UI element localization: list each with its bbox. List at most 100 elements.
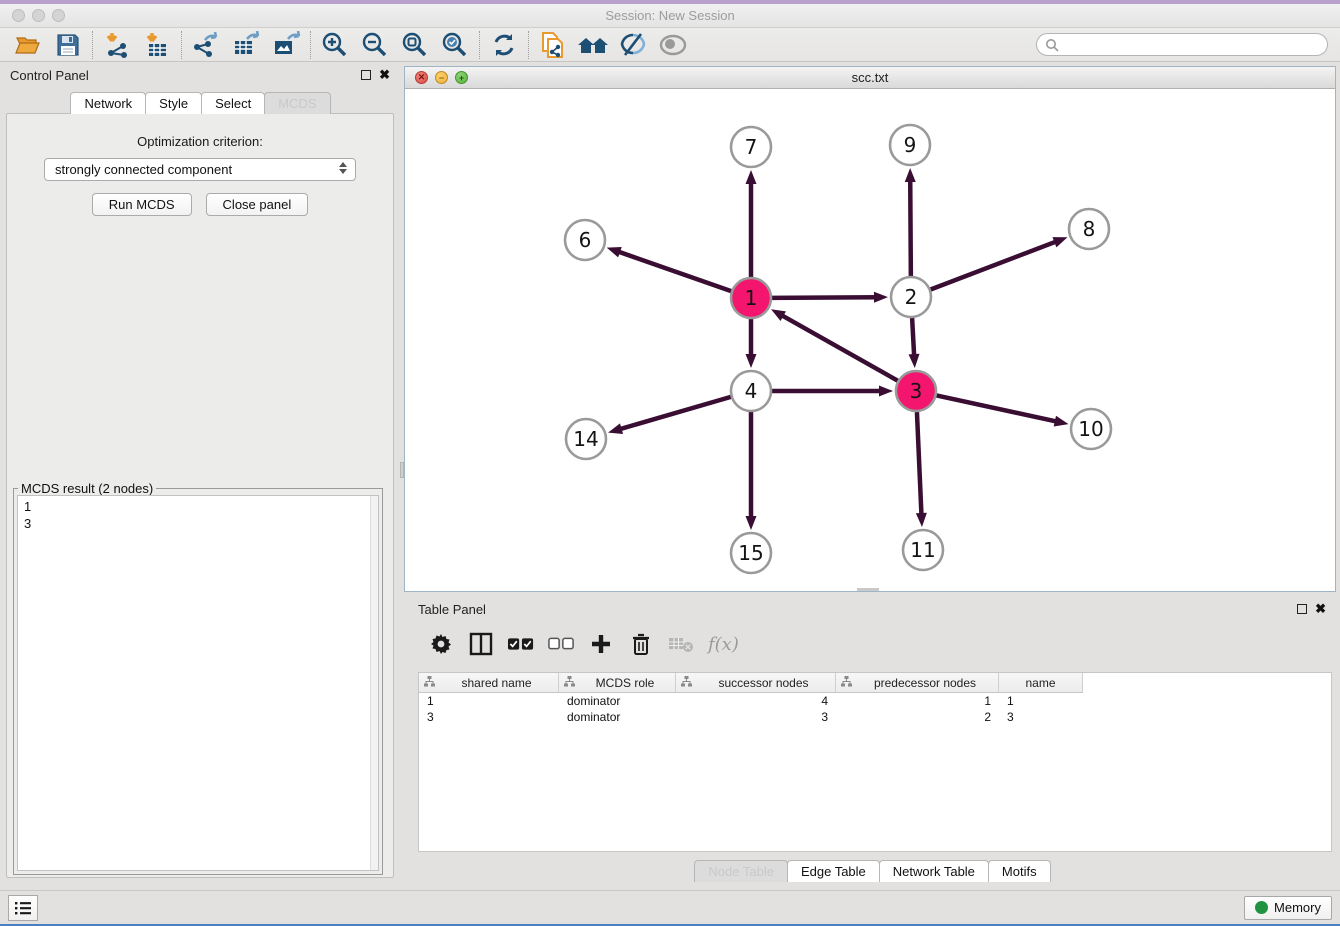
column-header[interactable]: name xyxy=(999,673,1083,693)
table-row[interactable]: 3dominator323 xyxy=(419,709,1331,725)
graph-node-label: 2 xyxy=(905,285,918,309)
graph-edge[interactable] xyxy=(772,297,879,298)
graph-edge[interactable] xyxy=(937,395,1060,422)
optimization-criterion-label: Optimization criterion: xyxy=(7,134,393,149)
hide-style-button[interactable] xyxy=(613,30,653,60)
table-cell[interactable]: 1 xyxy=(999,693,1083,709)
deselect-all-button[interactable] xyxy=(548,631,574,657)
open-session-button[interactable] xyxy=(8,30,48,60)
graph-node-label: 8 xyxy=(1083,217,1096,241)
plus-icon xyxy=(590,633,612,655)
search-input[interactable] xyxy=(1064,38,1319,52)
tab-mcds[interactable]: MCDS xyxy=(264,92,330,114)
column-header-label: MCDS role xyxy=(575,676,675,690)
graph-edge[interactable] xyxy=(615,251,731,292)
duplicate-network-icon xyxy=(539,30,567,60)
table-cell[interactable]: 3 xyxy=(676,709,836,725)
refresh-button[interactable] xyxy=(484,30,524,60)
import-table-button[interactable] xyxy=(137,30,177,60)
zoom-selected-icon xyxy=(441,31,469,59)
table-cell[interactable]: 3 xyxy=(419,709,559,725)
status-bar: Memory xyxy=(0,890,1340,924)
table-cell[interactable]: dominator xyxy=(559,693,676,709)
close-table-panel-icon[interactable]: ✖ xyxy=(1315,604,1326,614)
column-header[interactable]: shared name xyxy=(419,673,559,693)
table-row[interactable]: 1dominator411 xyxy=(419,693,1331,709)
network-window-titlebar[interactable]: ✕ − + scc.txt xyxy=(405,67,1335,89)
tab-select[interactable]: Select xyxy=(201,92,265,114)
graph-edge[interactable] xyxy=(931,240,1059,289)
add-row-button[interactable] xyxy=(588,631,614,657)
edge-arrowhead-icon xyxy=(874,292,888,303)
show-graphics-details-button[interactable] xyxy=(653,30,693,60)
graph-node-label: 3 xyxy=(910,379,923,403)
close-panel-icon[interactable]: ✖ xyxy=(379,70,390,80)
tab-edge-table[interactable]: Edge Table xyxy=(787,860,880,882)
zoom-in-button[interactable] xyxy=(315,30,355,60)
network-graph[interactable]: 7968124314101511 xyxy=(405,89,1335,591)
graph-edge[interactable] xyxy=(917,412,922,518)
list-icon xyxy=(14,900,32,916)
canvas-hscrollbar[interactable] xyxy=(857,588,879,591)
table-cell[interactable]: 2 xyxy=(836,709,999,725)
float-panel-icon[interactable] xyxy=(361,70,371,80)
search-field[interactable] xyxy=(1036,33,1328,56)
zoom-fit-button[interactable] xyxy=(395,30,435,60)
graph-edge[interactable] xyxy=(912,318,914,359)
table-cell[interactable]: 3 xyxy=(999,709,1083,725)
tab-network-table[interactable]: Network Table xyxy=(879,860,989,882)
gear-icon xyxy=(430,633,452,655)
task-history-button[interactable] xyxy=(8,895,38,921)
table-cell[interactable]: 1 xyxy=(419,693,559,709)
function-builder-button: f(x) xyxy=(708,634,739,655)
trash-icon xyxy=(631,632,651,656)
duplicate-network-button[interactable] xyxy=(533,30,573,60)
export-table-button[interactable] xyxy=(226,30,266,60)
edge-arrowhead-icon xyxy=(608,423,623,434)
memory-button[interactable]: Memory xyxy=(1244,896,1332,920)
criterion-select[interactable]: strongly connected component xyxy=(44,158,356,181)
save-session-button[interactable] xyxy=(48,30,88,60)
tab-style[interactable]: Style xyxy=(145,92,202,114)
export-network-button[interactable] xyxy=(186,30,226,60)
column-header[interactable]: predecessor nodes xyxy=(836,673,999,693)
home-layout-button[interactable] xyxy=(573,30,613,60)
edge-arrowhead-icon xyxy=(879,386,893,397)
delete-row-button[interactable] xyxy=(628,631,654,657)
table-cell[interactable]: 4 xyxy=(676,693,836,709)
column-header[interactable]: successor nodes xyxy=(676,673,836,693)
network-canvas[interactable]: 7968124314101511 xyxy=(405,89,1335,591)
column-type-icon xyxy=(681,676,692,690)
tab-node-table[interactable]: Node Table xyxy=(694,860,788,882)
control-panel-tabs: Network Style Select MCDS xyxy=(0,92,400,114)
node-table[interactable]: shared name MCDS rolesuccessor nodesprede… xyxy=(418,672,1332,852)
column-header-label: name xyxy=(999,676,1082,690)
graph-node-label: 4 xyxy=(745,379,758,403)
graph-node-label: 10 xyxy=(1078,417,1103,441)
export-image-button[interactable] xyxy=(266,30,306,60)
table-cell[interactable]: 1 xyxy=(836,693,999,709)
graph-edge[interactable] xyxy=(617,397,731,430)
import-network-button[interactable] xyxy=(97,30,137,60)
close-panel-button[interactable]: Close panel xyxy=(206,193,309,216)
result-line: 1 xyxy=(24,498,372,515)
table-cell[interactable]: dominator xyxy=(559,709,676,725)
select-all-button[interactable] xyxy=(508,631,534,657)
zoom-selected-button[interactable] xyxy=(435,30,475,60)
run-mcds-button[interactable]: Run MCDS xyxy=(92,193,192,216)
graph-edge[interactable] xyxy=(779,314,898,381)
graph-edge[interactable] xyxy=(910,177,911,276)
tab-network[interactable]: Network xyxy=(70,92,146,114)
mcds-tab-content: Optimization criterion: strongly connect… xyxy=(6,113,394,878)
open-folder-icon xyxy=(14,31,42,59)
table-panel: Table Panel ✖ xyxy=(404,596,1340,890)
table-body: 1dominator4113dominator323 xyxy=(419,693,1331,725)
table-settings-button[interactable] xyxy=(428,631,454,657)
show-columns-button[interactable] xyxy=(468,631,494,657)
mcds-result-text[interactable]: 1 3 xyxy=(17,495,379,871)
column-header[interactable]: MCDS role xyxy=(559,673,676,693)
result-scrollbar[interactable] xyxy=(370,496,378,870)
float-table-panel-icon[interactable] xyxy=(1297,604,1307,614)
zoom-out-button[interactable] xyxy=(355,30,395,60)
tab-motifs[interactable]: Motifs xyxy=(988,860,1051,882)
